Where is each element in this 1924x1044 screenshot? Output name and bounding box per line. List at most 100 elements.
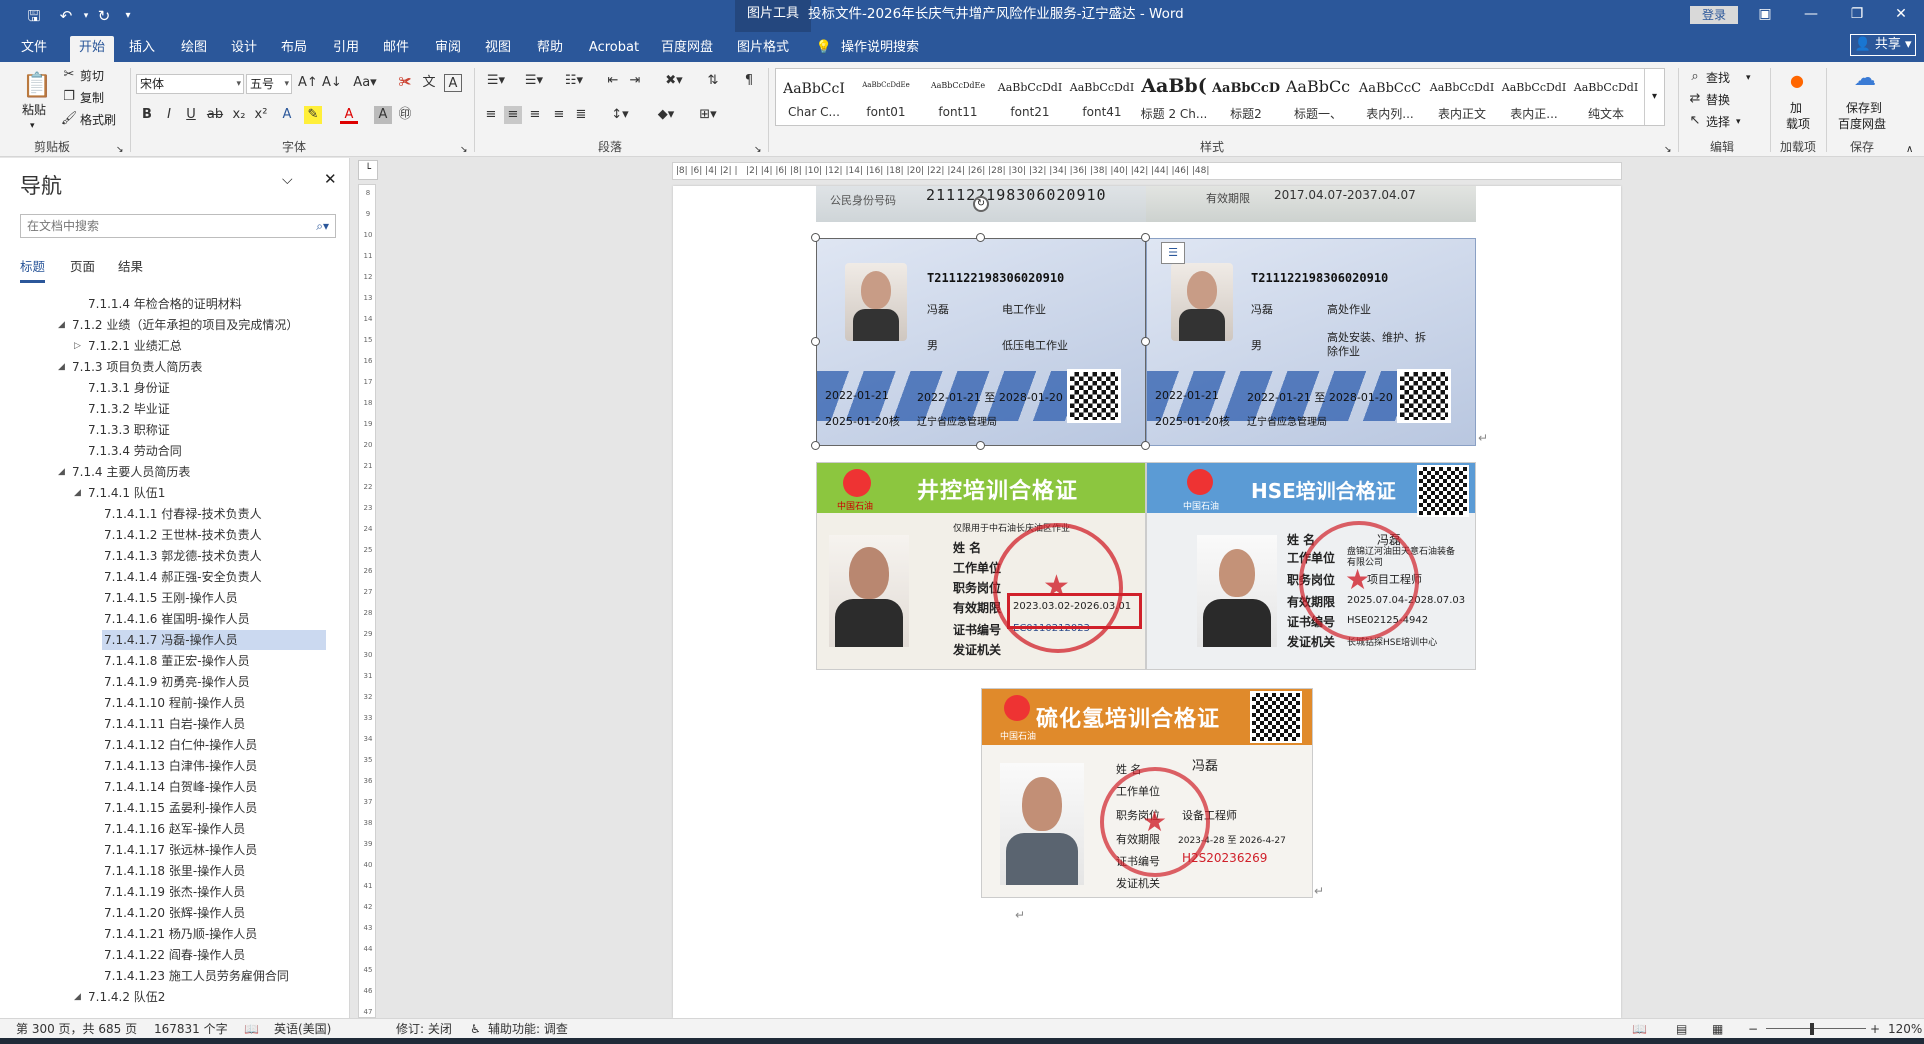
baidu-cloud-icon[interactable]: ☁ bbox=[1850, 68, 1880, 96]
tab-review[interactable]: 审阅 bbox=[428, 36, 468, 62]
zoom-slider-thumb[interactable] bbox=[1810, 1023, 1814, 1035]
login-button[interactable]: 登录 bbox=[1690, 6, 1738, 24]
cut-button[interactable]: 剪切 bbox=[80, 68, 104, 84]
h2s-certificate[interactable]: 中国石油 硫化氢培训合格证 姓 名 冯磊 工作单位 职务岗位 设备工程师 有效期… bbox=[981, 688, 1313, 898]
line-spacing-icon[interactable]: ↕▾ bbox=[606, 106, 634, 124]
tab-view[interactable]: 视图 bbox=[478, 36, 518, 62]
resize-handle[interactable] bbox=[811, 233, 820, 242]
nav-heading-item[interactable]: 7.1.4.1.21 杨乃顺-操作人员 bbox=[102, 924, 257, 944]
nav-heading-item[interactable]: 7.1.3.3 职称证 bbox=[86, 420, 170, 440]
ribbon-display-options-icon[interactable]: ▣ bbox=[1742, 0, 1788, 28]
nav-tab-results[interactable]: 结果 bbox=[118, 256, 143, 275]
vertical-ruler[interactable]: 8 9 10 11 12 13 14 15 16 17 18 19 20 21 22 23 24 25 26 27 28… bbox=[358, 184, 376, 1018]
nav-heading-item[interactable]: 7.1.2 业绩（近年承担的项目及完成情况） bbox=[70, 315, 298, 335]
nav-heading-item[interactable]: 7.1.4.1.11 白岩-操作人员 bbox=[102, 714, 245, 734]
restore-icon[interactable]: ❐ bbox=[1834, 0, 1880, 28]
format-painter-button[interactable]: 格式刷 bbox=[80, 112, 116, 128]
nav-heading-item[interactable]: 7.1.4.1.13 白津伟-操作人员 bbox=[102, 756, 257, 776]
paste-button[interactable]: 粘贴 bbox=[22, 102, 46, 118]
distributed-icon[interactable]: ≣ bbox=[572, 106, 590, 124]
nav-heading-item[interactable]: 7.1.4.1.6 崔国明-操作人员 bbox=[102, 609, 250, 629]
nav-heading-item[interactable]: 7.1.4.1.4 郝正强-安全负责人 bbox=[102, 567, 262, 587]
addins-icon[interactable]: ● bbox=[1788, 72, 1806, 90]
read-mode-icon[interactable]: 📖 bbox=[1632, 1019, 1647, 1039]
redo-icon[interactable]: ↻ bbox=[94, 6, 114, 26]
style-item[interactable]: AaBbCc 标题一、 bbox=[1282, 69, 1354, 125]
nav-tab-headings[interactable]: 标题 bbox=[20, 256, 46, 283]
subscript-icon[interactable]: x₂ bbox=[230, 106, 248, 124]
well-control-certificate[interactable]: 中国石油 井控培训合格证 仅限用于中石油长庆油区作业 姓 名 工作单位 职务岗位… bbox=[816, 462, 1146, 670]
chinese-layout-icon[interactable]: ✖▾ bbox=[660, 72, 688, 90]
style-item[interactable]: AaBbCcDdI font21 bbox=[994, 69, 1066, 125]
find-button[interactable]: 查找 bbox=[1706, 70, 1730, 86]
resize-handle[interactable] bbox=[811, 441, 820, 450]
style-item[interactable]: AaBbCcDdEe font01 bbox=[850, 69, 922, 125]
superscript-icon[interactable]: x² bbox=[252, 106, 270, 124]
align-right-icon[interactable]: ≡ bbox=[526, 106, 544, 124]
nav-heading-item[interactable]: 7.1.4.1.17 张远林-操作人员 bbox=[102, 840, 257, 860]
nav-heading-item[interactable]: 7.1.4.1.18 张里-操作人员 bbox=[102, 861, 245, 881]
styles-more-icon[interactable]: ▾ bbox=[1644, 69, 1664, 125]
resize-handle[interactable] bbox=[1141, 337, 1150, 346]
collapse-triangle-icon[interactable]: ◢ bbox=[58, 315, 65, 335]
nav-heading-item[interactable]: 7.1.4.1.7 冯磊-操作人员 bbox=[102, 630, 326, 650]
grow-font-icon[interactable]: A↑ bbox=[298, 74, 318, 92]
tab-help[interactable]: 帮助 bbox=[530, 36, 570, 62]
style-item[interactable]: AaBbCcI Char C... bbox=[778, 69, 850, 125]
tab-mailings[interactable]: 邮件 bbox=[376, 36, 416, 62]
show-marks-icon[interactable]: ¶ bbox=[740, 72, 758, 90]
nav-heading-item[interactable]: 7.1.4.1.14 白贺峰-操作人员 bbox=[102, 777, 257, 797]
tab-draw[interactable]: 绘图 bbox=[174, 36, 214, 62]
nav-heading-item[interactable]: 7.1.4.1.5 王刚-操作人员 bbox=[102, 588, 238, 608]
page-count[interactable]: 第 300 页，共 685 页 bbox=[16, 1019, 137, 1039]
print-layout-icon[interactable]: ▤ bbox=[1676, 1019, 1687, 1039]
resize-handle[interactable] bbox=[1141, 233, 1150, 242]
zoom-out-icon[interactable]: − bbox=[1748, 1019, 1758, 1039]
nav-heading-item[interactable]: 7.1.4.1.10 程前-操作人员 bbox=[102, 693, 245, 713]
undo-icon[interactable]: ↶ bbox=[56, 6, 76, 26]
resize-handle[interactable] bbox=[1141, 441, 1150, 450]
hse-certificate[interactable]: 中国石油 HSE培训合格证 姓 名 冯磊 工作单位 盘锦辽河油田天意石油装备有限… bbox=[1146, 462, 1476, 670]
style-item[interactable]: AaBbCcDdEe font11 bbox=[922, 69, 994, 125]
customize-quick-access-icon[interactable]: ▾ bbox=[118, 6, 138, 26]
numbering-icon[interactable]: ☰▾ bbox=[520, 72, 548, 90]
borders-icon[interactable]: ⊞▾ bbox=[694, 106, 722, 124]
clear-formatting-icon[interactable]: ✀ bbox=[396, 74, 414, 92]
replace-button[interactable]: 替换 bbox=[1706, 92, 1730, 108]
bold-icon[interactable]: B bbox=[138, 106, 156, 124]
zoom-slider-track[interactable] bbox=[1766, 1028, 1866, 1029]
tab-picture-format[interactable]: 图片格式 bbox=[732, 36, 794, 62]
language[interactable]: 英语(美国) bbox=[274, 1019, 331, 1039]
web-layout-icon[interactable]: ▦ bbox=[1712, 1019, 1723, 1039]
character-shading-icon[interactable]: A bbox=[374, 106, 392, 124]
nav-heading-item[interactable]: 7.1.4.1.12 白仁仲-操作人员 bbox=[102, 735, 257, 755]
proofing-icon[interactable]: 📖 bbox=[244, 1019, 259, 1039]
style-item[interactable]: AaBbCcDdI 表内正文 bbox=[1426, 69, 1498, 125]
styles-launcher-icon[interactable]: ↘ bbox=[1664, 142, 1672, 158]
nav-heading-item[interactable]: 7.1.4.1.2 王世林-技术负责人 bbox=[102, 525, 262, 545]
highlight-icon[interactable]: ✎ bbox=[304, 106, 322, 124]
document-page[interactable]: 公民身份号码 211122198306020910 有效期限 2017.04.0… bbox=[673, 186, 1621, 1018]
strikethrough-icon[interactable]: ab bbox=[206, 106, 224, 124]
operation-certificate-height[interactable]: T211122198306020910 冯磊 高处作业 男 高处安装、维护、拆除… bbox=[1146, 238, 1476, 446]
collapse-triangle-icon[interactable]: ◢ bbox=[74, 987, 81, 1007]
font-size-combo[interactable]: 五号 ▾ bbox=[246, 74, 292, 94]
save-icon[interactable]: 🖫 bbox=[24, 6, 44, 26]
undo-dropdown-icon[interactable]: ▾ bbox=[76, 6, 96, 26]
nav-heading-item[interactable]: 7.1.4.1.19 张杰-操作人员 bbox=[102, 882, 245, 902]
nav-heading-item[interactable]: 7.1.4.1.15 孟晏利-操作人员 bbox=[102, 798, 257, 818]
word-count[interactable]: 167831 个字 bbox=[154, 1019, 228, 1039]
zoom-in-icon[interactable]: + bbox=[1870, 1019, 1880, 1039]
nav-heading-item[interactable]: 7.1.3.1 身份证 bbox=[86, 378, 170, 398]
underline-icon[interactable]: U bbox=[182, 106, 200, 124]
text-effects-icon[interactable]: A bbox=[278, 106, 296, 124]
enclose-characters-icon[interactable]: ㊞ bbox=[396, 106, 414, 124]
nav-heading-item[interactable]: 7.1.4.1.22 阎春-操作人员 bbox=[102, 945, 245, 965]
tab-design[interactable]: 设计 bbox=[224, 36, 264, 62]
nav-heading-item[interactable]: 7.1.4.2 队伍2 bbox=[86, 987, 165, 1007]
nav-heading-item[interactable]: 7.1.4.1.9 初勇亮-操作人员 bbox=[102, 672, 250, 692]
change-case-icon[interactable]: Aa▾ bbox=[352, 74, 378, 92]
select-button[interactable]: 选择 bbox=[1706, 114, 1730, 130]
save-to-baidu-label-2[interactable]: 百度网盘 bbox=[1838, 116, 1886, 132]
collapse-triangle-icon[interactable]: ◢ bbox=[58, 357, 65, 377]
